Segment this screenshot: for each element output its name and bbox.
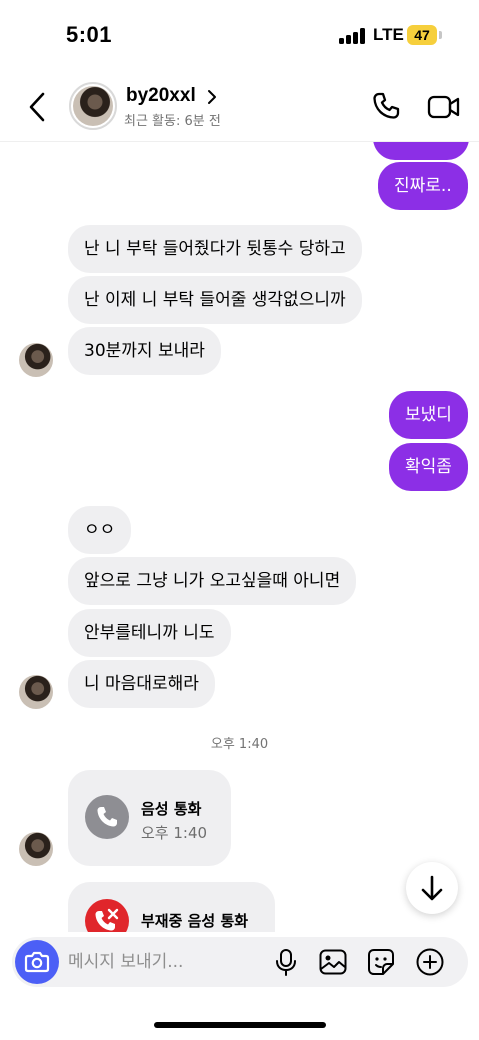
missed-call-icon bbox=[95, 908, 119, 931]
activity-status: 최근 활동: 6분 전 bbox=[124, 114, 221, 129]
missed-call-card[interactable]: 부재중 음성 통화 bbox=[68, 882, 275, 932]
chat-header: by20xxl 최근 활동: 6분 전 bbox=[0, 72, 479, 142]
voice-call-button[interactable] bbox=[370, 90, 402, 122]
message-bubble-incoming[interactable]: 난 니 부탁 들어줬다가 뒷통수 당하고 bbox=[68, 225, 362, 273]
message-input[interactable] bbox=[68, 947, 258, 977]
missed-call-icon-circle bbox=[85, 899, 129, 932]
home-indicator[interactable] bbox=[154, 1022, 326, 1028]
network-type: LTE bbox=[373, 25, 404, 44]
call-title: 음성 통화 bbox=[141, 800, 202, 818]
plus-circle-icon[interactable] bbox=[415, 947, 445, 977]
message-list[interactable]: 진짜로.. 난 니 부탁 들어줬다가 뒷통수 당하고 난 이제 니 부탁 들어줄… bbox=[0, 142, 479, 932]
sticker-icon[interactable] bbox=[366, 947, 396, 977]
message-bubble-outgoing-partial[interactable] bbox=[373, 142, 469, 160]
message-bubble-incoming[interactable]: 30분까지 보내라 bbox=[68, 327, 221, 375]
camera-icon bbox=[24, 951, 50, 973]
image-icon[interactable] bbox=[318, 947, 348, 977]
arrow-down-icon bbox=[421, 875, 443, 901]
message-bubble-outgoing[interactable]: 보냈디 bbox=[389, 391, 468, 439]
call-icon-circle bbox=[85, 795, 129, 839]
sender-avatar[interactable] bbox=[19, 832, 53, 866]
phone-icon bbox=[97, 807, 117, 827]
status-bar: 5:01 LTE 47 bbox=[0, 0, 479, 70]
status-time: 5:01 bbox=[66, 22, 113, 47]
contact-name[interactable]: by20xxl bbox=[126, 85, 196, 107]
contact-avatar[interactable] bbox=[69, 82, 117, 130]
message-bubble-incoming[interactable]: 앞으로 그냥 니가 오고싶을때 아니면 bbox=[68, 557, 357, 605]
microphone-icon[interactable] bbox=[271, 947, 301, 977]
call-time: 오후 1:40 bbox=[141, 824, 208, 842]
message-bubble-outgoing[interactable]: 진짜로.. bbox=[378, 162, 468, 210]
sender-avatar[interactable] bbox=[19, 343, 53, 377]
sender-avatar[interactable] bbox=[19, 675, 53, 709]
scroll-to-bottom-button[interactable] bbox=[406, 862, 458, 914]
phone-icon bbox=[373, 92, 400, 119]
message-bubble-incoming[interactable]: ㅇㅇ bbox=[68, 506, 132, 554]
back-chevron-icon bbox=[29, 92, 45, 122]
signal-strength-icon bbox=[339, 28, 365, 44]
message-bubble-incoming[interactable]: 난 이제 니 부탁 들어줄 생각없으니까 bbox=[68, 276, 362, 324]
battery-icon: 47 bbox=[407, 25, 442, 45]
video-call-button[interactable] bbox=[427, 92, 461, 122]
message-timestamp: 오후 1:40 bbox=[210, 737, 269, 752]
back-button[interactable] bbox=[24, 90, 52, 124]
camera-button[interactable] bbox=[15, 940, 59, 984]
battery-level: 47 bbox=[407, 25, 437, 45]
message-bubble-outgoing[interactable]: 확익좀 bbox=[389, 443, 468, 491]
message-composer bbox=[12, 937, 468, 987]
missed-call-title: 부재중 음성 통화 bbox=[141, 912, 249, 930]
chevron-right-icon[interactable] bbox=[205, 86, 219, 108]
video-camera-icon bbox=[427, 95, 460, 119]
voice-call-card[interactable]: 음성 통화 오후 1:40 bbox=[68, 770, 231, 866]
message-bubble-incoming[interactable]: 안부를테니까 니도 bbox=[68, 609, 231, 657]
message-bubble-incoming[interactable]: 니 마음대로해라 bbox=[68, 660, 215, 708]
